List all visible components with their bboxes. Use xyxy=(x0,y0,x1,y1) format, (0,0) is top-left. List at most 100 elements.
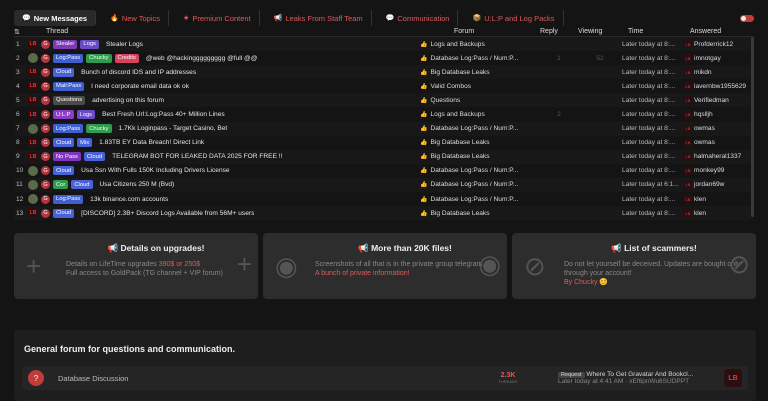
avatar[interactable]: LB xyxy=(684,138,692,147)
prefix-badge[interactable]: Log:Pass xyxy=(53,53,84,63)
table-row[interactable]: 9 LB G No Pass Cloud TELEGRAM BOT FOR LEAKED … xyxy=(14,149,754,164)
prefix-badge[interactable]: Credits xyxy=(114,53,139,63)
avatar[interactable]: LB xyxy=(684,124,692,133)
theme-toggle[interactable] xyxy=(740,14,754,22)
thread-title[interactable]: 1.83TB EY Data Breach! Direct Link xyxy=(99,139,204,146)
avatar[interactable]: LB xyxy=(684,110,692,119)
table-row[interactable]: 10 G Cloud Usa Ssn With Fulls 150K Includin… xyxy=(14,164,754,178)
forum-name[interactable]: Valid Combos xyxy=(430,83,471,90)
forum-name[interactable]: Big Database Leaks xyxy=(430,139,489,146)
avatar[interactable]: LB xyxy=(28,81,38,92)
avatar[interactable]: LB xyxy=(684,96,692,105)
prefix-badge[interactable]: Cloud xyxy=(53,67,75,77)
answered-user[interactable]: Profderrick12 xyxy=(694,41,733,48)
thread-title[interactable]: Stealer Logs xyxy=(106,41,143,48)
forum-name[interactable]: Database Log:Pass / Num:P... xyxy=(430,125,518,132)
table-row[interactable]: 3 LB G Cloud Bunch of discord IDS and IP add… xyxy=(14,65,754,80)
forum-name[interactable]: Big Database Leaks xyxy=(430,69,489,76)
last-post-user[interactable]: xEf6pnWu6SUDPPT xyxy=(629,378,689,385)
prefix-badge[interactable]: Chucky xyxy=(86,53,112,63)
table-row[interactable]: 13 LB G Cloud [DISCORD] 2.3B+ Discord Logs A… xyxy=(14,206,754,221)
forum-name[interactable]: Big Database Leaks xyxy=(430,153,489,160)
avatar[interactable]: LB xyxy=(28,95,38,106)
tab-communication[interactable]: 💬 Communication xyxy=(378,10,459,26)
column-reply[interactable]: Reply xyxy=(540,28,578,35)
thread-title[interactable]: Usa Citizens 250 M (Bvd) xyxy=(100,181,175,188)
avatar[interactable] xyxy=(28,194,38,205)
table-row[interactable]: 4 LB G Mail:Pass I need corporate email data… xyxy=(14,79,754,93)
forum-name[interactable]: Logs and Backups xyxy=(430,41,484,48)
tab-leaks-from-staff[interactable]: 📢 Leaks From Staff Team xyxy=(266,10,372,26)
prefix-badge[interactable]: Mail:Pass xyxy=(53,81,85,91)
column-time[interactable]: Time xyxy=(622,28,684,35)
prefix-badge[interactable]: Cloud xyxy=(71,180,93,190)
table-row[interactable]: 8 LB G Cloud Mix 1.83TB EY Data Breach! Direc… xyxy=(14,136,754,150)
column-answered[interactable]: Answered xyxy=(684,28,754,35)
tab-new-messages[interactable]: 💬 New Messages xyxy=(14,10,97,26)
card-files[interactable]: ◉ ◉ 📢 More than 20K files! Screenshots o… xyxy=(263,233,507,299)
forum-name[interactable]: Database Discussion xyxy=(58,374,458,383)
forum-name[interactable]: Database Log:Pass / Num:P... xyxy=(430,196,518,203)
avatar[interactable]: LB xyxy=(684,54,692,63)
answered-user[interactable]: Verifiedman xyxy=(694,97,729,104)
table-row[interactable]: 6 LB G U:L:P Logs Best Fresh Url:Log:Pass 40+… xyxy=(14,107,754,121)
prefix-badge[interactable]: Logs xyxy=(76,110,96,120)
forum-name[interactable]: Logs and Backups xyxy=(430,111,484,118)
avatar[interactable]: LB xyxy=(684,180,692,189)
thread-title[interactable]: I need corporate email data ok ok xyxy=(91,83,189,90)
prefix-badge[interactable]: Mix xyxy=(77,138,93,148)
prefix-badge[interactable]: Logs xyxy=(80,39,99,49)
prefix-badge[interactable]: Log:Pass xyxy=(53,194,84,204)
forum-row-database-discussion[interactable]: ? Database Discussion 2.3K THREADS Reque… xyxy=(22,366,748,390)
avatar[interactable] xyxy=(28,53,38,64)
thread-title[interactable]: Best Fresh Url:Log:Pass 40+ Million Line… xyxy=(102,111,225,118)
table-row[interactable]: 2 G Log:Pass Chucky Credits @web @hackinggggg… xyxy=(14,51,754,65)
thread-title[interactable]: [DISCORD] 2.3B+ Discord Logs Available f… xyxy=(81,210,254,217)
answered-user[interactable]: hqslljh xyxy=(694,111,713,118)
avatar[interactable]: LB xyxy=(684,195,692,204)
prefix-badge[interactable]: Chucky xyxy=(86,124,112,134)
forum-name[interactable]: Database Log:Pass / Num:P... xyxy=(430,181,518,188)
forum-name[interactable]: Questions xyxy=(430,97,460,104)
forum-name[interactable]: Database Log:Pass / Num:P... xyxy=(430,55,518,62)
prefix-badge[interactable]: No Pass xyxy=(53,152,81,162)
avatar[interactable]: LB xyxy=(28,39,38,50)
table-row[interactable]: 1 LB G Stealer Logs Stealer Logs 👍 Logs and Bac… xyxy=(14,37,754,52)
avatar[interactable] xyxy=(28,179,38,190)
table-row[interactable]: 11 G Cor Cloud Usa Citizens 250 M (Bvd) 👍 Data… xyxy=(14,177,754,193)
column-forum[interactable]: Forum xyxy=(420,28,540,35)
scrollbar[interactable] xyxy=(751,37,754,217)
tab-new-topics[interactable]: 🔥 New Topics xyxy=(102,10,170,26)
prefix-badge[interactable]: Cloud xyxy=(83,152,106,162)
forum-name[interactable]: Big Database Leaks xyxy=(430,210,489,217)
last-post[interactable]: Request Where To Get Gravatar And Bookcl… xyxy=(558,371,724,385)
avatar[interactable]: LB xyxy=(684,152,692,161)
card-upgrades[interactable]: + + 📢 Details on upgrades! Details on Li… xyxy=(14,233,258,299)
prefix-badge[interactable]: Cloud xyxy=(53,138,75,148)
thread-title[interactable]: @web @hackinggggggggg @full @@ xyxy=(146,55,258,62)
thread-title[interactable]: Bunch of discord IDS and IP addresses xyxy=(81,69,196,76)
answered-user[interactable]: owmas xyxy=(694,139,715,146)
avatar[interactable]: LB xyxy=(28,151,38,162)
column-thread[interactable]: Thread xyxy=(28,28,420,35)
tab-ulp-log-packs[interactable]: 📦 U:L:P and Log Packs xyxy=(464,10,564,26)
avatar[interactable]: LB xyxy=(28,109,38,120)
prefix-badge[interactable]: Stealer xyxy=(53,39,78,49)
avatar[interactable] xyxy=(28,123,38,134)
avatar[interactable] xyxy=(28,165,38,176)
answered-user[interactable]: klen xyxy=(694,210,706,217)
thread-title[interactable]: 1.7Kk Loginpass - Target Casino, Bet xyxy=(119,125,228,132)
avatar[interactable]: LB xyxy=(684,68,692,77)
avatar[interactable]: LB xyxy=(724,369,742,387)
thread-title[interactable]: 13k binance.com accounts xyxy=(90,196,168,203)
table-row[interactable]: 7 G Log:Pass Chucky 1.7Kk Loginpass - Target… xyxy=(14,121,754,136)
answered-user[interactable]: mikdn xyxy=(694,69,712,76)
card-scammers[interactable]: ⊘ ⊘ 📢 List of scammers! Do not let yours… xyxy=(512,233,756,299)
avatar[interactable]: LB xyxy=(28,67,38,78)
thread-title[interactable]: TELEGRAM BOT FOR LEAKED DATA 2025 FOR FR… xyxy=(112,153,282,160)
avatar[interactable]: LB xyxy=(684,40,692,49)
thread-title[interactable]: advertising on this forum xyxy=(92,97,164,104)
answered-user[interactable]: monkey99 xyxy=(694,167,724,174)
prefix-badge[interactable]: U:L:P xyxy=(53,110,74,120)
answered-user[interactable]: lavernbw1955629 xyxy=(694,83,746,90)
